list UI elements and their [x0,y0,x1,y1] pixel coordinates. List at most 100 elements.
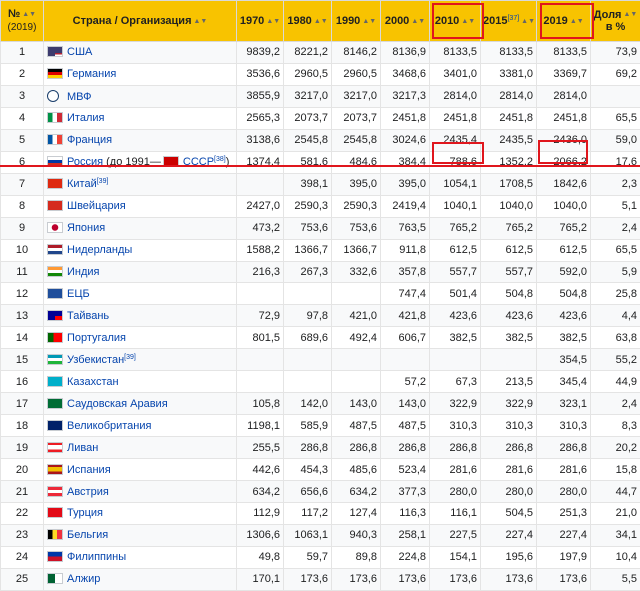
value-cell-v2015: 280,0 [481,481,537,503]
country-cell: Нидерланды [44,239,237,261]
value-cell-v1990: 143,0 [332,393,381,415]
value-cell-v1980: 398,1 [284,173,332,195]
col-header-1970[interactable]: 1970▲▼ [237,1,284,42]
country-link[interactable]: Италия [67,112,104,124]
country-link[interactable]: Саудовская Аравия [67,398,168,410]
reference-link[interactable]: [38] [214,156,226,163]
country-cell: Филиппины [44,546,237,568]
country-cell: Япония [44,217,237,239]
year-1980-label: 1980 [287,15,311,27]
country-link[interactable]: Франция [67,134,112,146]
country-link[interactable]: Япония [67,222,105,234]
col-header-1990[interactable]: 1990▲▼ [332,1,381,42]
value-cell-share: 73,9 [591,42,640,64]
col-header-2000[interactable]: 2000▲▼ [381,1,430,42]
table-row: 18Великобритания1198,1585,9487,5487,5310… [1,415,640,437]
kazakhstan-flag-icon [47,376,63,387]
value-cell-v1970: 2427,0 [237,195,284,217]
table-row: 2Германия3536,62960,52960,53468,63401,03… [1,63,640,85]
value-cell-v1970: 1374,4 [237,151,284,173]
value-cell-v1990: 332,6 [332,261,381,283]
value-cell-v2019: 1842,6 [537,173,591,195]
value-cell-v2000: 747,4 [381,283,430,305]
value-cell-v1970 [237,371,284,393]
ref-2015[interactable]: [37] [507,15,519,22]
value-cell-v1970: 72,9 [237,305,284,327]
country-link[interactable]: Австрия [67,486,109,498]
country-link[interactable]: Казахстан [67,376,119,388]
value-cell-share: 44,7 [591,481,640,503]
value-cell-v1980: 142,0 [284,393,332,415]
rank-cell: 1 [1,42,44,64]
country-link[interactable]: Испания [67,464,111,476]
sort-arrows-icon: ▲▼ [461,18,475,25]
value-cell-v1970: 1588,2 [237,239,284,261]
col-header-1980[interactable]: 1980▲▼ [284,1,332,42]
country-link[interactable]: Китай [67,178,97,190]
country-link[interactable]: Турция [67,507,103,519]
rank-cell: 10 [1,239,44,261]
rank-cell: 19 [1,437,44,459]
country-link[interactable]: Германия [67,68,116,80]
value-cell-v2000: 8136,9 [381,42,430,64]
value-cell-share: 5,9 [591,261,640,283]
table-row: 16Казахстан57,267,3213,5345,444,9 [1,371,640,393]
value-cell-v2019: 197,9 [537,546,591,568]
taiwan-flag-icon [47,310,63,321]
country-link[interactable]: Тайвань [67,310,109,322]
value-cell-v2019: 382,5 [537,327,591,349]
country-link[interactable]: ЕЦБ [67,288,90,300]
col-header-2010[interactable]: 2010▲▼ [430,1,481,42]
country-link[interactable]: Бельгия [67,529,108,541]
country-link[interactable]: МВФ [67,91,92,103]
value-cell-share: 59,0 [591,129,640,151]
country-link[interactable]: Португалия [67,332,126,344]
value-cell-v1990: 753,6 [332,217,381,239]
country-link[interactable]: Узбекистан [67,354,124,366]
algeria-flag-icon [47,573,63,584]
reference-link[interactable]: [39] [97,178,109,185]
value-cell-v2019: 345,4 [537,371,591,393]
value-cell-v2015: 310,3 [481,415,537,437]
value-cell-v1970 [237,349,284,371]
col-header-2019[interactable]: 2019▲▼ [537,1,591,42]
country-link[interactable]: Нидерланды [67,244,132,256]
value-cell-v2010: 1054,1 [430,173,481,195]
table-row: 7Китай[39]398,1395,0395,01054,11708,5184… [1,173,640,195]
value-cell-v2019: 310,3 [537,415,591,437]
value-cell-v1980: 3217,0 [284,85,332,107]
country-link[interactable]: Индия [67,266,100,278]
value-cell-v2019: 281,6 [537,459,591,481]
ecb-logo-icon [47,288,63,299]
country-link[interactable]: Швейцария [67,200,126,212]
value-cell-v1990: 2545,8 [332,129,381,151]
rank-cell: 9 [1,217,44,239]
value-cell-v2010: 280,0 [430,481,481,503]
value-cell-v2010: 227,5 [430,524,481,546]
rank-cell: 22 [1,503,44,525]
col-header-rank[interactable]: №▲▼(2019) [1,1,44,42]
table-row: 17Саудовская Аравия105,8142,0143,0143,03… [1,393,640,415]
value-cell-share: 65,5 [591,107,640,129]
country-link[interactable]: Алжир [67,573,100,585]
value-cell-share: 44,9 [591,371,640,393]
value-cell-v1970: 9839,2 [237,42,284,64]
col-header-share[interactable]: Доля▲▼в % [591,1,640,42]
value-cell-v2010: 557,7 [430,261,481,283]
reference-link[interactable]: [39] [124,354,136,361]
value-cell-share: 2,3 [591,173,640,195]
value-cell-v2015: 227,4 [481,524,537,546]
value-cell-v1990 [332,349,381,371]
country-cell: Россия (до 1991—СССР[38]) [44,151,237,173]
col-header-2015[interactable]: 2015[37]▲▼ [481,1,537,42]
value-cell-v1980: 59,7 [284,546,332,568]
value-cell-v2010: 322,9 [430,393,481,415]
value-cell-v1980: 97,8 [284,305,332,327]
country-link[interactable]: Ливан [67,442,98,454]
value-cell-v1970: 112,9 [237,503,284,525]
value-cell-v1990: 487,5 [332,415,381,437]
col-header-name[interactable]: Страна / Организация▲▼ [44,1,237,42]
country-link[interactable]: США [67,46,92,58]
country-link[interactable]: Великобритания [67,420,151,432]
value-cell-v1990: 940,3 [332,524,381,546]
